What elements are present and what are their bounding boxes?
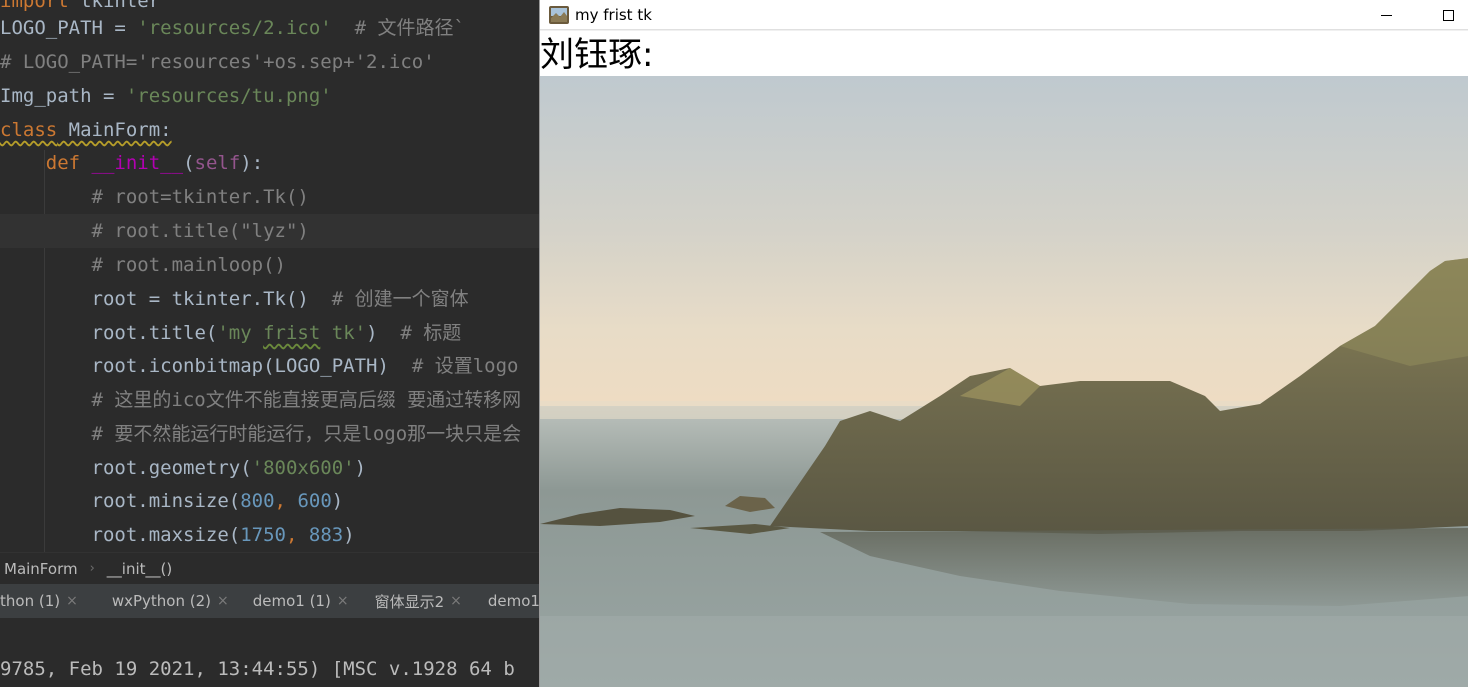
minimize-button[interactable] <box>1363 0 1409 30</box>
code-token: 1750 <box>240 524 286 546</box>
code-token: # root.title("lyz") <box>0 220 309 242</box>
tab-label: thon (1) <box>0 592 61 610</box>
breadcrumb-class[interactable]: MainForm <box>4 560 78 578</box>
chevron-right-icon: › <box>89 561 95 576</box>
run-tabs: thon (1) × wxPython (2) × demo1 (1) × 窗体… <box>0 584 539 618</box>
code-line[interactable]: root.minsize(800, 600) <box>0 484 539 518</box>
code-line[interactable]: Img_path = 'resources/tu.png' <box>0 79 539 113</box>
code-line[interactable]: LOGO_PATH = 'resources/2.ico' # 文件路径` <box>0 11 539 45</box>
code-token: # 文件路径` <box>331 17 465 39</box>
code-line[interactable]: root.title('my frist tk') # 标题 <box>0 316 539 350</box>
code-token: 883 <box>308 524 344 546</box>
name-label: 刘钰琢: <box>540 35 654 75</box>
maximize-button[interactable] <box>1425 0 1468 30</box>
code-line[interactable]: # root=tkinter.Tk() <box>0 180 539 214</box>
code-token: # 创建一个窗体 <box>308 288 469 310</box>
code-token: ( <box>183 152 195 174</box>
code-token: root.minsize( <box>0 490 241 512</box>
code-token: # 这里的ico文件不能直接更高后缀 要通过转移网 <box>0 389 522 411</box>
code-token: root.iconbitmap(LOGO_PATH) <box>0 355 389 377</box>
code-token: LOGO_PATH = <box>0 17 138 39</box>
code-line[interactable]: root.geometry('800x600') <box>0 451 539 485</box>
code-token: ) <box>366 322 378 344</box>
tab-label: demo1 (1) <box>252 592 331 610</box>
tk-window: my frist tk 刘钰琢: <box>539 0 1468 687</box>
breadcrumb: MainForm › __init__() <box>0 552 539 584</box>
run-tab[interactable]: demo1 (1) × <box>241 584 361 618</box>
code-token: # root.mainloop() <box>0 254 286 276</box>
run-tab[interactable]: demo1 <box>474 584 539 618</box>
code-token: root.maxsize( <box>0 524 241 546</box>
tab-label: demo1 <box>487 592 539 610</box>
code-token: def <box>45 152 81 174</box>
code-token: 800 <box>240 490 275 512</box>
run-tab[interactable]: wxPython (2) × <box>90 584 241 618</box>
code-token: ): <box>240 152 264 174</box>
code-line[interactable]: # LOGO_PATH='resources'+os.sep+'2.ico' <box>0 45 539 79</box>
code-line[interactable]: def __init__(self): <box>0 146 539 180</box>
code-token: , <box>274 490 298 512</box>
code-line[interactable]: root.iconbitmap(LOGO_PATH) # 设置logo <box>0 349 539 383</box>
title-bar[interactable]: my frist tk <box>540 0 1468 30</box>
code-token: # 要不然能运行时能运行，只是logo那一块只是会 <box>0 423 522 445</box>
run-tab[interactable]: 窗体显示2 × <box>361 584 474 618</box>
minimize-icon <box>1380 14 1392 16</box>
code-token: # 标题 <box>377 322 462 344</box>
code-token: ) <box>354 457 367 479</box>
code-line[interactable]: # 这里的ico文件不能直接更高后缀 要通过转移网 <box>0 383 539 417</box>
code-token: self <box>194 152 241 174</box>
run-tab[interactable]: thon (1) × <box>0 584 90 618</box>
tab-label: 窗体显示2 <box>374 592 445 611</box>
run-console[interactable]: 9785, Feb 19 2021, 13:44:55) [MSC v.1928… <box>0 618 539 687</box>
app-logo-icon <box>549 5 569 24</box>
code-token: # 设置logo <box>388 355 519 377</box>
code-line[interactable]: root.maxsize(1750, 883) <box>0 518 539 552</box>
close-icon[interactable]: × <box>66 593 78 609</box>
code-token: root.title( <box>0 322 218 344</box>
code-token: , <box>285 524 309 546</box>
code-token: # LOGO_PATH='resources'+os.sep+'2.ico' <box>0 51 435 73</box>
code-token: root = tkinter.Tk() <box>0 288 309 310</box>
code-token: 'resources/2.ico' <box>137 17 332 39</box>
code-line[interactable]: root = tkinter.Tk() # 创建一个窗体 <box>0 282 539 316</box>
code-editor[interactable]: import tkinter LOGO_PATH = 'resources/2.i… <box>0 0 539 552</box>
code-line[interactable]: class MainForm: <box>0 113 539 147</box>
code-token: __init__ <box>91 152 184 174</box>
code-line[interactable]: # root.mainloop() <box>0 248 539 282</box>
close-icon[interactable]: × <box>450 593 462 609</box>
code-token: MainForm: <box>57 119 172 141</box>
code-token: root.geometry( <box>0 457 252 479</box>
code-token: frist <box>263 322 321 344</box>
close-icon[interactable]: × <box>217 593 229 609</box>
code-token: 'resources/tu.png' <box>125 85 332 107</box>
window-title: my frist tk <box>575 5 652 24</box>
code-token: class <box>0 119 58 141</box>
code-token: ) <box>343 524 355 546</box>
code-token: # root=tkinter.Tk() <box>0 186 309 208</box>
code-token: 'my <box>217 322 264 344</box>
code-line[interactable]: # 要不然能运行时能运行，只是logo那一块只是会 <box>0 417 539 451</box>
maximize-icon <box>1442 9 1454 21</box>
breadcrumb-method[interactable]: __init__() <box>107 560 172 578</box>
label-area: 刘钰琢: <box>540 31 1468 76</box>
code-token: Img_path = <box>0 85 126 107</box>
close-icon[interactable]: × <box>337 593 349 609</box>
console-output: 9785, Feb 19 2021, 13:44:55) [MSC v.1928… <box>0 658 515 680</box>
code-token: 600 <box>297 490 332 512</box>
code-token: ) <box>331 490 344 512</box>
code-token: '800x600' <box>251 457 355 479</box>
code-line[interactable]: # root.title("lyz") <box>0 214 539 248</box>
landscape-photo <box>540 76 1468 687</box>
code-token: tk' <box>320 322 367 344</box>
tab-label: wxPython (2) <box>111 592 211 610</box>
